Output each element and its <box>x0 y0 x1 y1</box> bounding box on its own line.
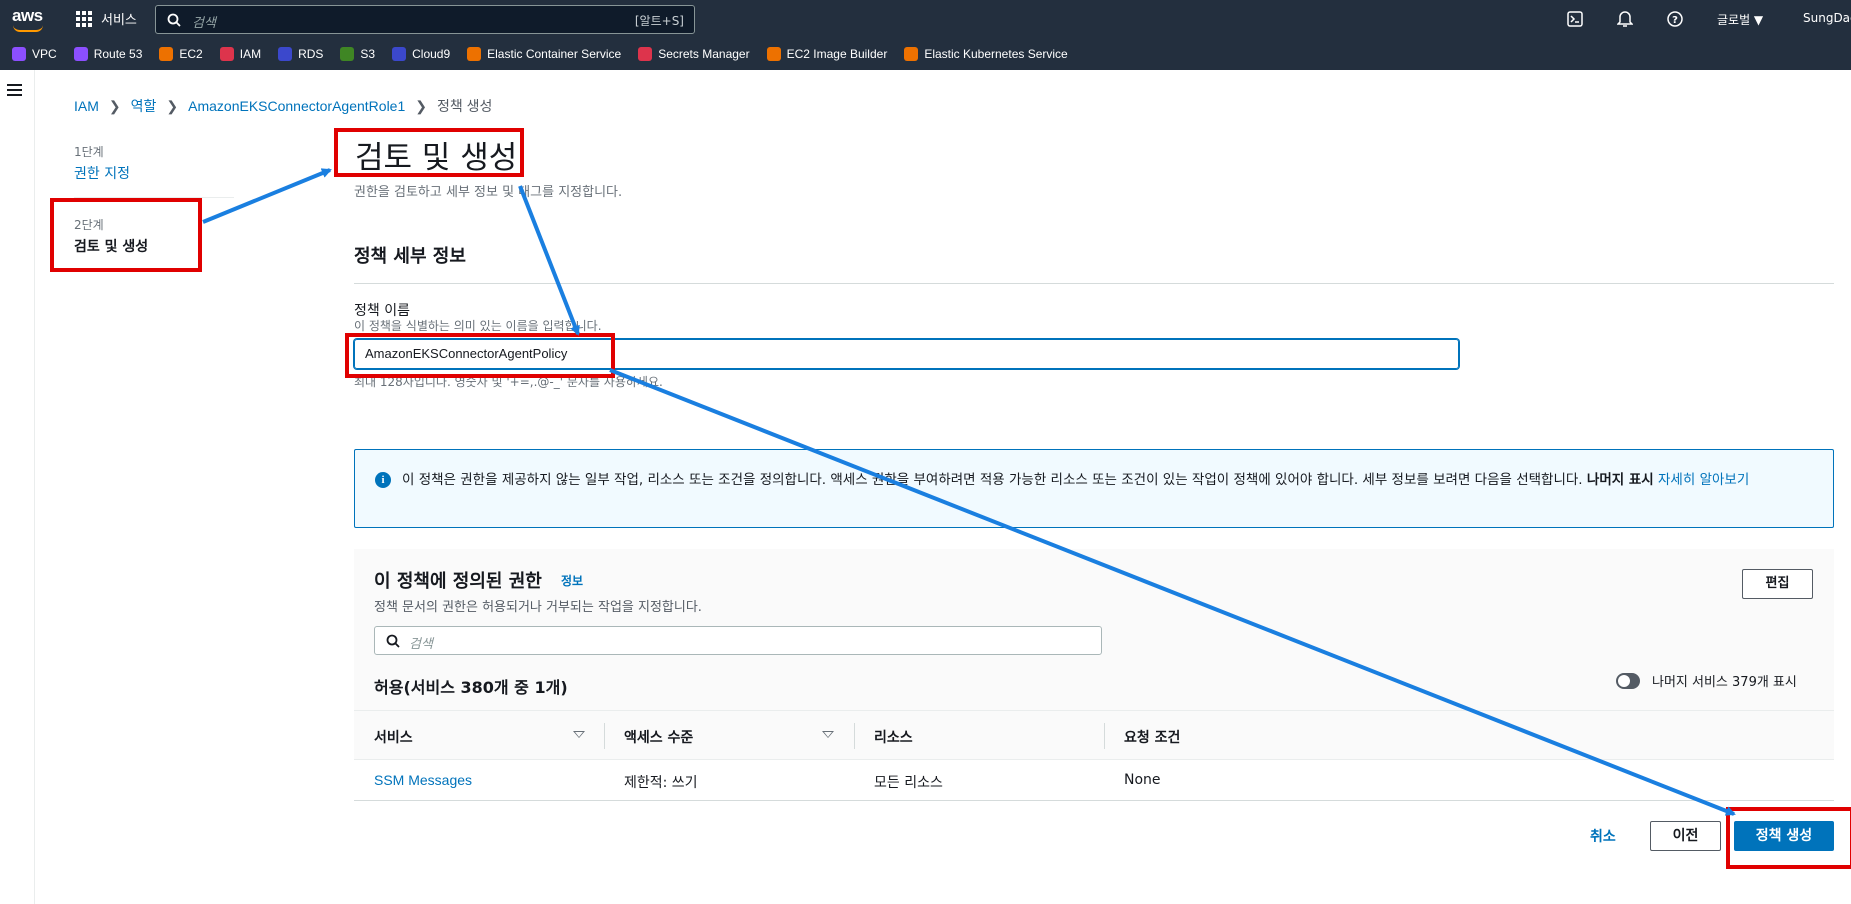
arrow-title-to-name <box>518 185 580 336</box>
arrow-step-to-title <box>202 168 332 224</box>
arrow-name-to-create <box>609 368 1736 816</box>
annotation-arrows <box>202 168 1736 816</box>
